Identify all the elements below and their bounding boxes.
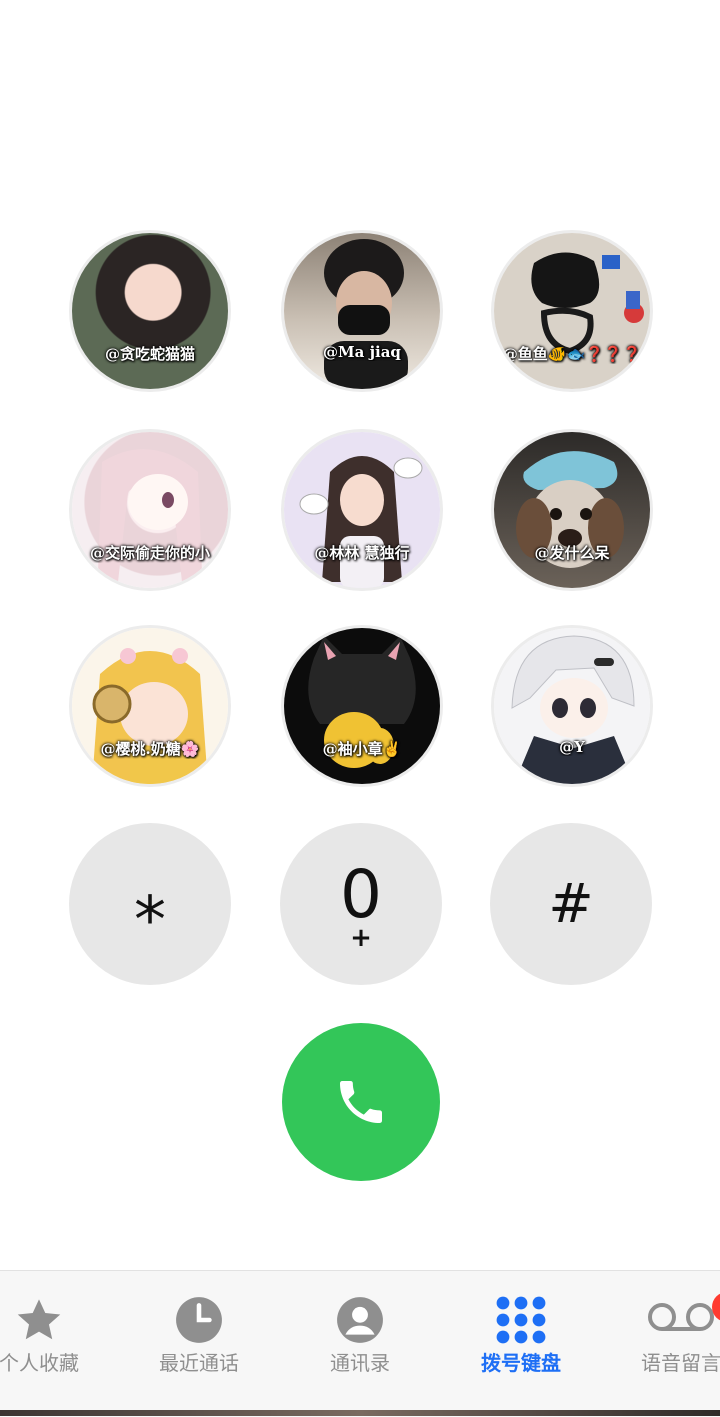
avatar-figure (324, 239, 408, 389)
tab-keypad[interactable]: 拨号键盘 (446, 1271, 596, 1411)
avatar-drawing (299, 456, 423, 588)
key-zero[interactable]: 0 + (280, 823, 442, 985)
contact-label: @Ma jiaq (323, 343, 401, 361)
avatar-drawing (511, 635, 635, 784)
contact-label: @林林 慧独行 (314, 544, 410, 562)
tab-favorites[interactable]: 个人收藏 (0, 1271, 114, 1411)
avatar-photo (72, 233, 228, 389)
contact-avatar-1[interactable]: @贪吃蛇猫猫 (72, 233, 228, 389)
contact-avatar-5[interactable]: @林林 慧独行 (284, 432, 440, 588)
avatar-drawing (308, 636, 416, 768)
avatar-drawing (98, 449, 202, 582)
avatar-drawing (531, 252, 644, 355)
contact-avatar-7[interactable]: @樱桃.奶糖🌸 (72, 628, 228, 784)
phone-icon (340, 1081, 382, 1123)
contact-label: @发什么呆 (534, 544, 610, 562)
avatar-drawing (92, 648, 208, 784)
contact-avatar-4[interactable]: @交际偷走你的小 (72, 432, 228, 588)
star-icon (17, 1299, 61, 1340)
tab-bar: 个人收藏 最近通话 通讯录 拨号键盘 语音留言 (0, 1270, 720, 1417)
tab-recents[interactable]: 最近通话 (124, 1271, 274, 1411)
key-hash-symbol: # (548, 872, 594, 935)
contact-avatar-2[interactable]: @Ma jiaq (284, 233, 440, 389)
bottom-edge (0, 1410, 720, 1416)
tab-favorites-label: 个人收藏 (0, 1351, 79, 1375)
contact-label: @Y (559, 738, 585, 756)
call-button[interactable] (282, 1023, 440, 1181)
key-zero-plus: + (350, 923, 372, 953)
key-star[interactable]: * (69, 823, 231, 985)
contact-avatar-3[interactable]: @鱼鱼🐠🐟❓❓❓ (494, 233, 650, 389)
key-hash[interactable]: # (490, 823, 652, 985)
tab-voicemail-label: 语音留言 (641, 1351, 720, 1375)
tab-recents-label: 最近通话 (159, 1351, 239, 1375)
key-zero-digit: 0 (340, 856, 382, 933)
tab-contacts-label: 通讯录 (330, 1351, 390, 1375)
keypad-icon (496, 1296, 546, 1344)
tab-contacts[interactable]: 通讯录 (285, 1271, 435, 1411)
contact-label: @袖小章✌ (322, 740, 402, 758)
contact-label: @樱桃.奶糖🌸 (100, 740, 200, 758)
avatar-dog (516, 451, 624, 568)
key-star-symbol: * (134, 884, 166, 958)
contact-label: @鱼鱼🐠🐟❓❓❓ (502, 345, 642, 363)
contact-icon (337, 1297, 383, 1343)
contact-label: @交际偷走你的小 (89, 544, 210, 562)
voicemail-icon (648, 1303, 714, 1331)
tab-keypad-label: 拨号键盘 (481, 1351, 561, 1375)
contact-avatar-9[interactable]: @Y (494, 628, 650, 784)
contact-avatar-8[interactable]: @袖小章✌ (284, 628, 440, 784)
clock-icon (176, 1297, 222, 1343)
tab-voicemail[interactable]: 语音留言 (606, 1271, 720, 1411)
contact-label: @贪吃蛇猫猫 (104, 345, 195, 363)
contact-avatar-6[interactable]: @发什么呆 (494, 432, 650, 588)
